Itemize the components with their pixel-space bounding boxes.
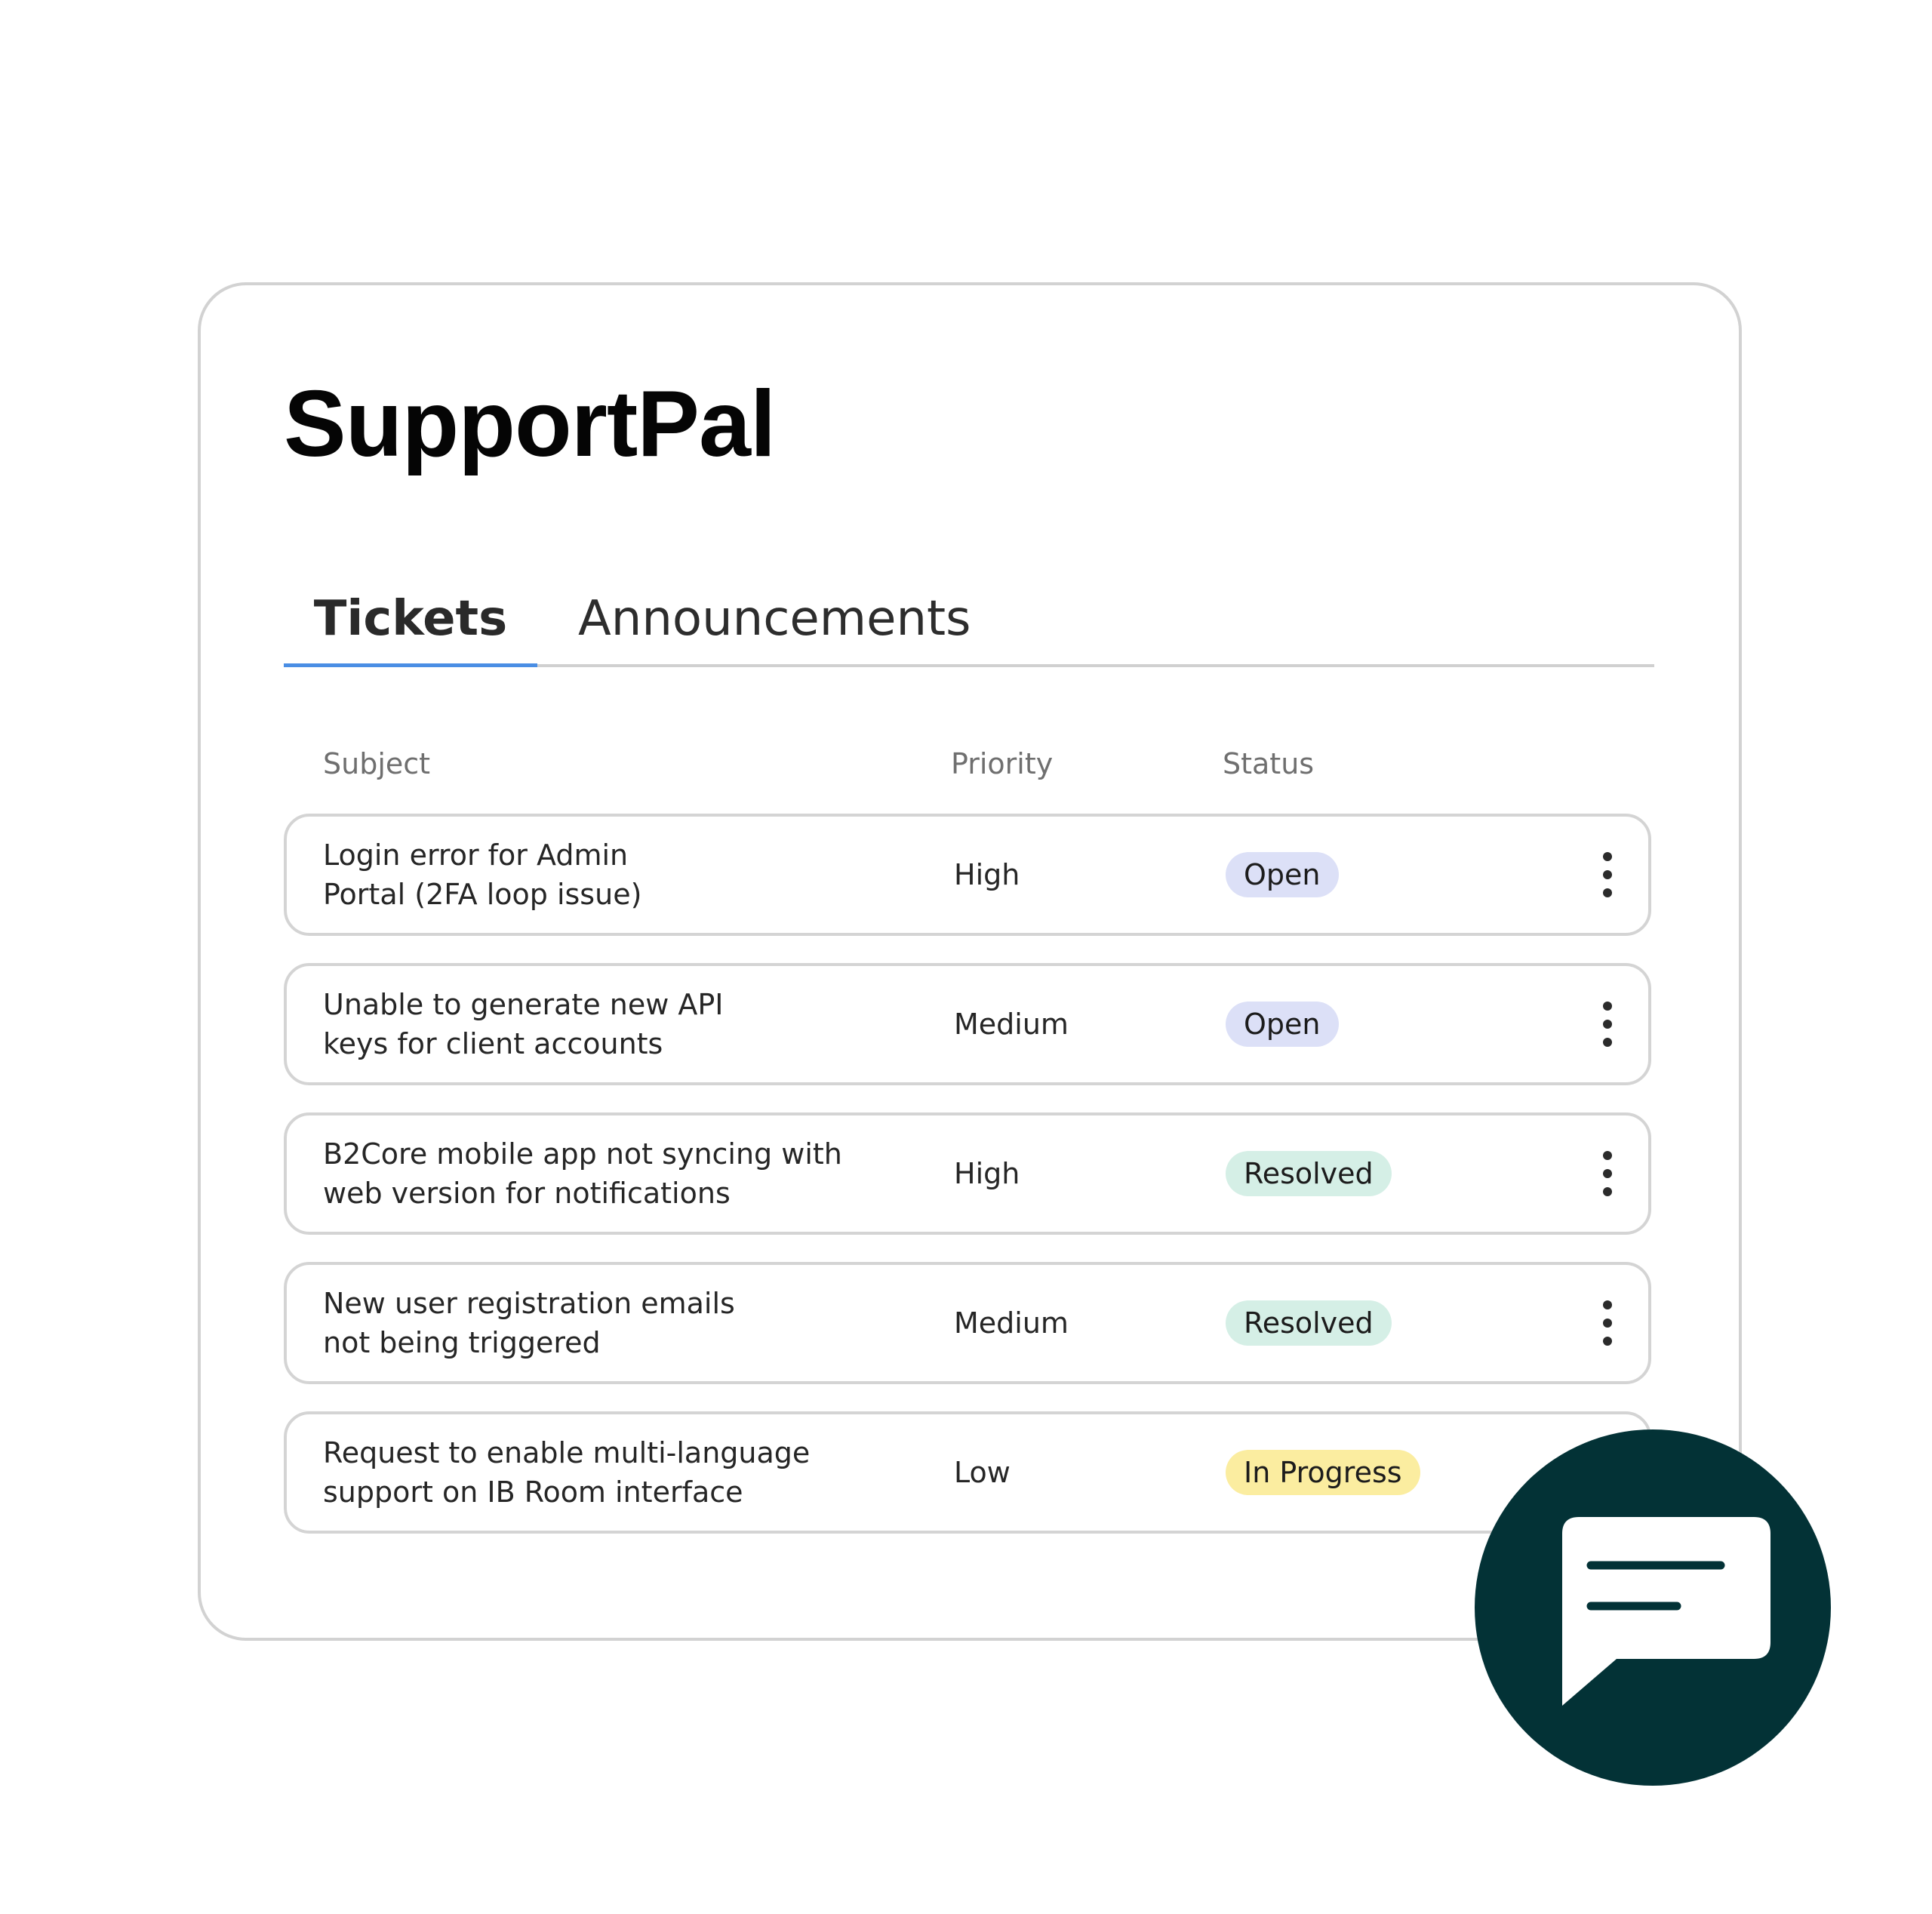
- tab-tickets[interactable]: Tickets: [284, 574, 537, 667]
- ticket-row[interactable]: Unable to generate new API keys for clie…: [284, 963, 1651, 1085]
- status-badge: Open: [1226, 852, 1339, 897]
- status-badge: Resolved: [1226, 1300, 1392, 1346]
- chat-button[interactable]: [1475, 1429, 1831, 1786]
- ticket-list: Login error for Admin Portal (2FA loop i…: [284, 814, 1651, 1561]
- more-vertical-icon[interactable]: [1592, 1002, 1623, 1047]
- ticket-subject-line: Login error for Admin: [323, 838, 629, 872]
- ticket-priority: High: [954, 858, 1020, 891]
- more-vertical-icon[interactable]: [1592, 1151, 1623, 1196]
- ticket-subject-line: not being triggered: [323, 1326, 601, 1359]
- ticket-subject-line: Portal (2FA loop issue): [323, 878, 642, 911]
- ticket-row[interactable]: New user registration emails not being t…: [284, 1262, 1651, 1384]
- ticket-priority: Low: [954, 1456, 1011, 1489]
- status-badge: Open: [1226, 1002, 1339, 1047]
- ticket-priority: Medium: [954, 1008, 1069, 1041]
- ticket-priority: Medium: [954, 1306, 1069, 1340]
- ticket-row[interactable]: Login error for Admin Portal (2FA loop i…: [284, 814, 1651, 936]
- column-header-subject[interactable]: Subject: [323, 747, 430, 780]
- ticket-subject-line: support on IB Room interface: [323, 1476, 743, 1509]
- ticket-subject-line: B2Core mobile app not syncing with: [323, 1137, 842, 1171]
- ticket-subject-line: web version for notifications: [323, 1177, 731, 1210]
- more-vertical-icon[interactable]: [1592, 852, 1623, 897]
- chat-bubble-icon: [1562, 1517, 1770, 1706]
- ticket-subject: B2Core mobile app not syncing with web v…: [323, 1115, 912, 1232]
- tab-bar: Tickets Announcements: [284, 574, 1654, 667]
- tab-announcements[interactable]: Announcements: [578, 574, 971, 664]
- app-title: SupportPal: [284, 372, 776, 476]
- ticket-subject-line: Request to enable multi-language: [323, 1436, 811, 1469]
- ticket-subject-line: keys for client accounts: [323, 1027, 663, 1060]
- column-header-priority[interactable]: Priority: [951, 747, 1053, 780]
- ticket-subject: New user registration emails not being t…: [323, 1265, 912, 1381]
- more-vertical-icon[interactable]: [1592, 1300, 1623, 1346]
- ticket-subject-line: Unable to generate new API: [323, 987, 724, 1021]
- ticket-row[interactable]: Request to enable multi-language support…: [284, 1411, 1651, 1534]
- ticket-subject: Login error for Admin Portal (2FA loop i…: [323, 817, 912, 933]
- status-badge: In Progress: [1226, 1450, 1420, 1495]
- column-header-status[interactable]: Status: [1223, 747, 1314, 780]
- ticket-subject-line: New user registration emails: [323, 1286, 735, 1320]
- ticket-subject: Request to enable multi-language support…: [323, 1414, 912, 1531]
- ticket-priority: High: [954, 1157, 1020, 1190]
- status-badge: Resolved: [1226, 1151, 1392, 1196]
- ticket-subject: Unable to generate new API keys for clie…: [323, 966, 912, 1082]
- ticket-row[interactable]: B2Core mobile app not syncing with web v…: [284, 1112, 1651, 1235]
